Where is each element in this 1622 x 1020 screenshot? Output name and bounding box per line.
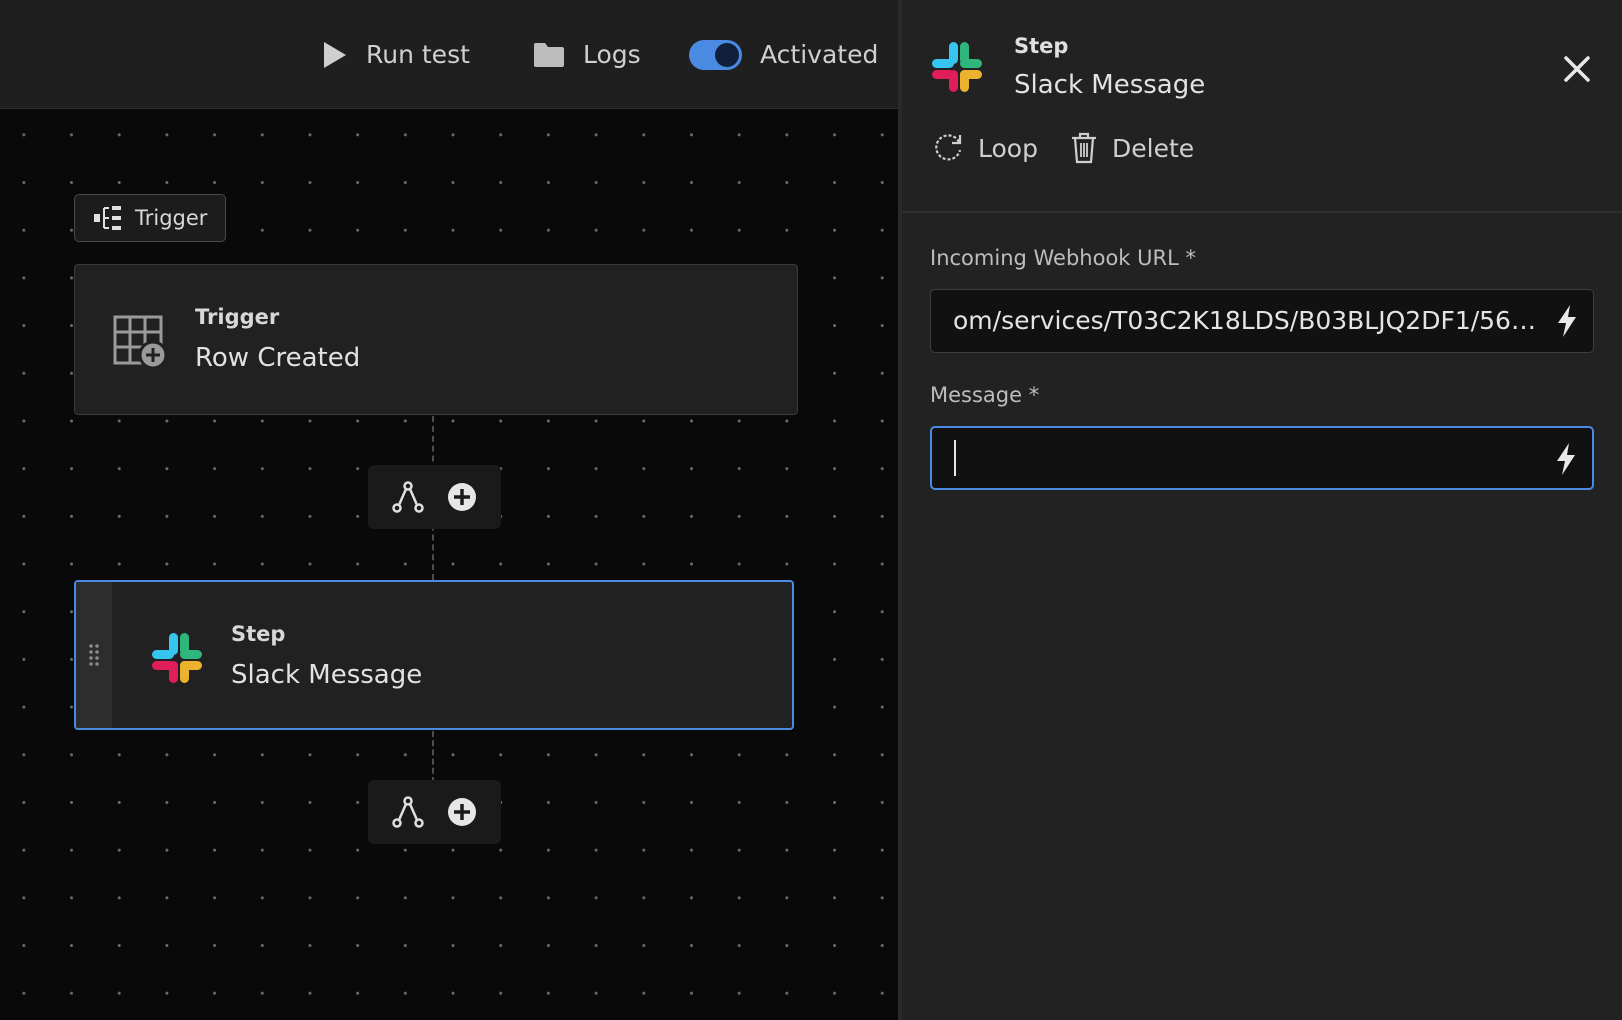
- panel-header: Step Slack Message Loop Delete: [902, 0, 1622, 213]
- automation-editor: Run test Logs Activated Trigger Trigger …: [0, 0, 1622, 1020]
- flow-toolbar: Run test Logs Activated: [0, 0, 898, 109]
- step-settings-panel: Step Slack Message Loop Delete Incoming …: [902, 0, 1622, 1020]
- loop-label: Loop: [978, 133, 1038, 163]
- trigger-node-kind: Trigger: [195, 305, 280, 329]
- branch-icon[interactable]: [391, 796, 424, 828]
- add-step-controls: [368, 780, 501, 844]
- panel-kind: Step: [1014, 34, 1069, 58]
- step-node-kind: Step: [231, 622, 286, 646]
- connector-line: [432, 731, 434, 783]
- trigger-tag-label: Trigger: [135, 206, 208, 230]
- message-value: [954, 428, 1542, 490]
- delete-button[interactable]: Delete: [1070, 132, 1194, 164]
- webhook-url-label: Incoming Webhook URL *: [930, 246, 1196, 270]
- toggle-knob: [717, 44, 737, 65]
- drag-dots-icon: [89, 644, 99, 666]
- table-add-icon: [113, 315, 167, 369]
- message-field[interactable]: [930, 426, 1594, 490]
- step-node-title: Slack Message: [231, 660, 423, 690]
- run-test-label: Run test: [366, 40, 470, 69]
- trigger-node-title: Row Created: [195, 343, 361, 373]
- flow-tree-icon: [94, 206, 121, 230]
- slack-icon: [932, 42, 982, 92]
- text-caret: [954, 440, 956, 476]
- activated-toggle-group: Activated: [689, 0, 878, 109]
- step-node[interactable]: Step Slack Message: [74, 580, 794, 730]
- trash-icon: [1072, 132, 1096, 164]
- message-label: Message *: [930, 383, 1040, 407]
- flow-canvas[interactable]: [0, 110, 898, 1020]
- trigger-tag: Trigger: [74, 194, 226, 242]
- drag-handle[interactable]: [76, 582, 112, 728]
- lightning-icon[interactable]: [1554, 442, 1578, 476]
- panel-title: Slack Message: [1014, 70, 1206, 100]
- logs-button[interactable]: Logs: [533, 0, 641, 109]
- loop-icon: [935, 134, 962, 161]
- trigger-node[interactable]: Trigger Row Created: [74, 264, 798, 415]
- plus-circle-icon[interactable]: [446, 796, 478, 828]
- activated-toggle[interactable]: [689, 39, 742, 70]
- close-icon[interactable]: [1560, 52, 1594, 86]
- run-test-button[interactable]: Run test: [322, 0, 470, 109]
- activated-label: Activated: [760, 40, 879, 69]
- branch-icon[interactable]: [391, 481, 424, 513]
- slack-icon: [152, 633, 202, 683]
- lightning-icon[interactable]: [1555, 304, 1579, 338]
- webhook-url-field[interactable]: om/services/T03C2K18LDS/B03BLJQ2DF1/56vB…: [930, 289, 1594, 353]
- logs-label: Logs: [583, 40, 641, 69]
- folder-icon: [534, 42, 564, 67]
- plus-circle-icon[interactable]: [446, 481, 478, 513]
- flow-area: Run test Logs Activated Trigger Trigger …: [0, 0, 898, 1020]
- webhook-url-value: om/services/T03C2K18LDS/B03BLJQ2DF1/56vB…: [953, 306, 1541, 335]
- delete-label: Delete: [1112, 133, 1195, 163]
- loop-button[interactable]: Loop: [932, 132, 1038, 164]
- play-icon: [324, 41, 346, 68]
- add-step-controls: [368, 465, 501, 529]
